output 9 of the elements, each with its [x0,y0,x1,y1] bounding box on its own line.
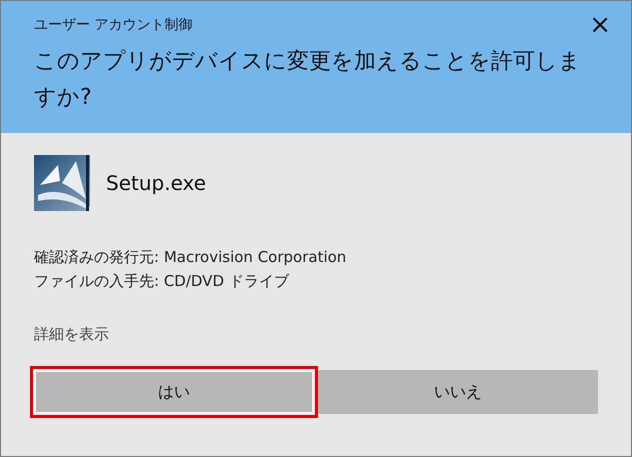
no-button[interactable]: いいえ [318,370,598,414]
detail-text: 確認済みの発行元: Macrovision Corporation [34,247,348,267]
prompt-question: このアプリがデバイスに変更を加えることを許可しますか? [34,48,582,112]
detail-text: ファイルの入手先: CD/DVD ドライブ [34,271,290,291]
app-icon [34,155,90,211]
app-name: Setup.exe [106,171,206,195]
close-button[interactable]: × [583,12,617,38]
window-title: ユーザー アカウント制御 [34,16,192,34]
show-details-link[interactable]: 詳細を表示 [34,325,109,344]
